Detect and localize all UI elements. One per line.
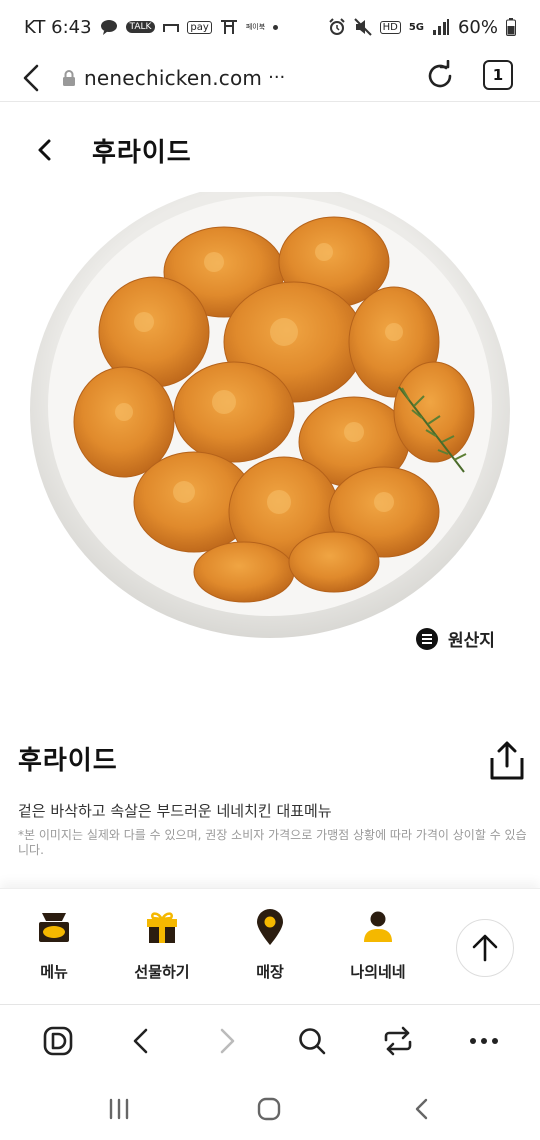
recent-apps-icon[interactable] [104, 1096, 134, 1122]
share-icon[interactable] [488, 740, 526, 782]
nav-label-menu: 메뉴 [40, 963, 68, 981]
carrier-time: KT 6:43 [24, 16, 92, 38]
nav-label-store: 매장 [256, 963, 284, 981]
forward-icon[interactable] [210, 1023, 246, 1059]
cast-icon [163, 21, 180, 33]
t-icon [220, 19, 238, 35]
battery-percent: 60% [457, 16, 498, 38]
product-note: *본 이미지는 실제와 다를 수 있으며, 권장 소비자 가격으로 가맹점 상황… [18, 828, 527, 857]
nav-item-gift[interactable]: 선물하기 [112, 907, 212, 982]
gift-icon [142, 907, 182, 947]
battery-icon [506, 18, 516, 36]
browser-back-icon[interactable] [22, 63, 46, 93]
more-icon[interactable] [466, 1023, 502, 1059]
switch-icon[interactable] [380, 1023, 416, 1059]
app-icon: 페이북 [245, 23, 266, 31]
talk-icon: TALK [125, 21, 156, 33]
list-icon [416, 627, 438, 650]
lock-icon [62, 69, 76, 86]
search-icon[interactable] [294, 1023, 330, 1059]
url-more[interactable]: ··· [268, 67, 285, 88]
hd-icon: HD [379, 20, 401, 34]
origin-link[interactable]: 원산지 [416, 626, 495, 651]
browser-toolbar [0, 1004, 540, 1076]
page-header: 후라이드 [0, 120, 540, 180]
5g-icon: 5G [408, 21, 424, 33]
chat-bubble-icon [100, 19, 118, 35]
arrow-up-icon [472, 934, 498, 962]
nav-item-store[interactable]: 매장 [220, 907, 320, 982]
android-back-icon[interactable] [406, 1096, 436, 1122]
home-icon[interactable] [254, 1096, 284, 1122]
user-icon [358, 907, 398, 947]
page-title: 후라이드 [92, 137, 192, 168]
home-d-icon[interactable] [40, 1023, 76, 1059]
pay-icon: pay [187, 20, 212, 34]
location-pin-icon [250, 907, 290, 947]
nav-label-mynene: 나의네네 [350, 963, 406, 981]
back-icon[interactable] [122, 1023, 158, 1059]
mute-icon [353, 18, 372, 36]
tab-count-button[interactable]: 1 [483, 60, 513, 90]
android-nav-bar [0, 1076, 540, 1140]
signal-icon [432, 19, 450, 35]
nav-item-menu[interactable]: 메뉴 [4, 907, 104, 982]
product-name: 후라이드 [18, 746, 118, 776]
alarm-icon [328, 18, 346, 36]
browser-url-bar: nenechicken.com ··· 1 [0, 54, 540, 102]
menu-box-icon [34, 907, 74, 947]
nav-label-gift: 선물하기 [134, 963, 190, 981]
status-bar: KT 6:43 TALK pay 페이북 HD 5G 60% [0, 0, 540, 54]
scroll-top-button[interactable] [456, 919, 514, 977]
site-bottom-nav: 메뉴 선물하기 매장 나의네네 [0, 888, 540, 1004]
page-back-icon[interactable] [36, 135, 56, 165]
url-address[interactable]: nenechicken.com [84, 66, 262, 90]
product-description: 겉은 바삭하고 속살은 부드러운 네네치킨 대표메뉴 [18, 802, 332, 820]
product-image [24, 192, 516, 642]
dot-icon [273, 24, 279, 30]
reload-icon[interactable] [424, 59, 456, 92]
nav-item-mynene[interactable]: 나의네네 [328, 907, 428, 982]
origin-label: 원산지 [448, 631, 495, 651]
